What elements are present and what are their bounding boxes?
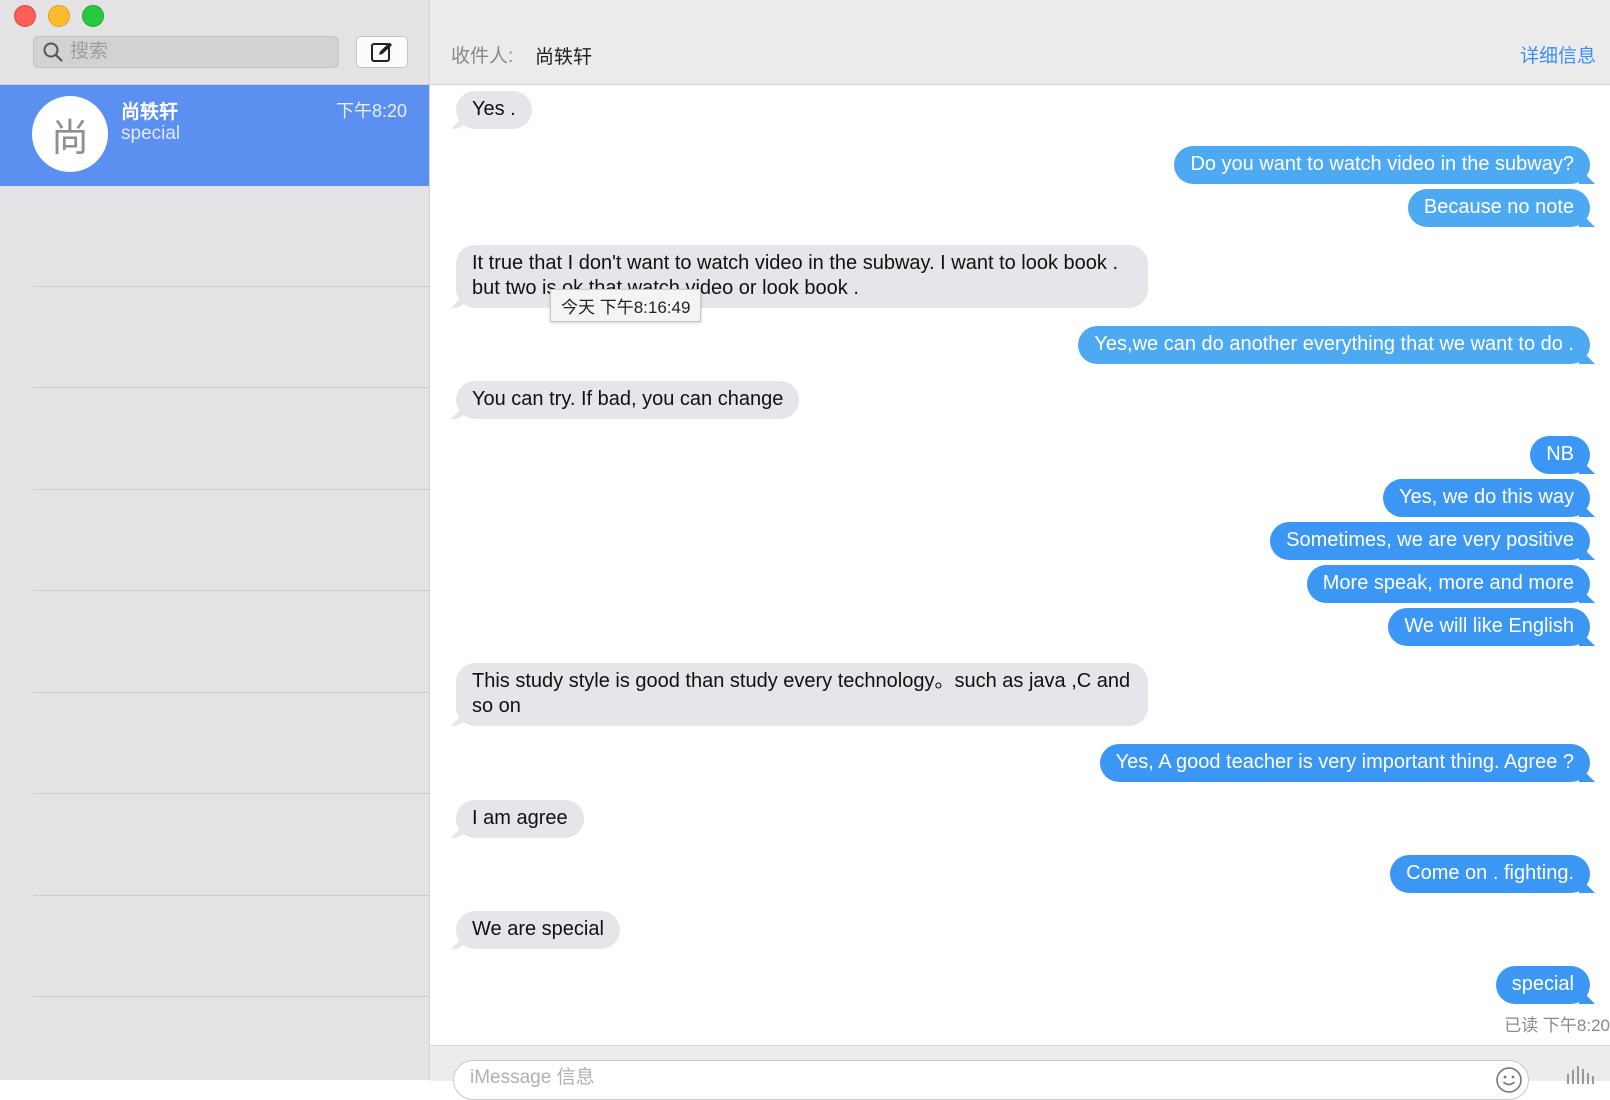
message-input[interactable] — [468, 1066, 1452, 1090]
message-bubble-incoming[interactable]: Yes . — [456, 91, 532, 129]
search-icon — [43, 42, 63, 62]
conversation-name: 尚轶轩 — [121, 102, 179, 123]
details-link[interactable]: 详细信息 — [1520, 41, 1596, 68]
message-bubble-outgoing[interactable]: Sometimes, we are very positive — [1270, 522, 1590, 560]
close-window-button[interactable] — [14, 5, 36, 27]
message-bubble-outgoing[interactable]: Come on . fighting. — [1390, 855, 1590, 893]
list-divider — [33, 793, 429, 794]
message-composer — [430, 1045, 1610, 1100]
message-bubble-outgoing[interactable]: Yes, A good teacher is very important th… — [1099, 744, 1590, 782]
message-transcript: Yes . Do you want to watch video in the … — [430, 85, 1610, 1045]
message-bubble-outgoing[interactable]: Yes,we can do another everything that we… — [1078, 326, 1590, 364]
timestamp-tooltip: 今天 下午8:16:49 — [550, 289, 702, 322]
message-bubble-incoming[interactable]: We are special — [456, 911, 620, 949]
message-bubble-incoming[interactable]: I am agree — [456, 800, 584, 838]
message-field[interactable] — [453, 1060, 1529, 1100]
recipient-name[interactable]: 尚轶轩 — [535, 42, 592, 69]
list-divider — [33, 895, 429, 896]
search-box[interactable] — [33, 36, 339, 68]
window-controls — [14, 5, 104, 27]
message-bubble-outgoing[interactable]: More speak, more and more — [1306, 565, 1590, 603]
message-bubble-outgoing[interactable]: Do you want to watch video in the subway… — [1174, 146, 1590, 184]
zoom-window-button[interactable] — [82, 5, 104, 27]
message-bubble-outgoing[interactable]: Yes, we do this way — [1383, 479, 1590, 517]
compose-button[interactable] — [356, 36, 408, 68]
list-divider — [33, 996, 429, 997]
emoji-icon[interactable] — [1494, 1065, 1524, 1095]
list-divider — [33, 489, 429, 490]
avatar: 尚 — [32, 96, 108, 172]
message-bubble-outgoing[interactable]: Because no note — [1407, 189, 1590, 227]
sidebar: 尚 尚轶轩 special 下午8:20 — [0, 0, 430, 1080]
read-receipt: 已读 下午8:20 — [1504, 1016, 1610, 1035]
compose-icon — [371, 42, 392, 62]
message-bubble-outgoing[interactable]: special — [1495, 966, 1590, 1004]
message-bubble-incoming[interactable]: This study style is good than study ever… — [456, 663, 1148, 726]
list-divider — [33, 692, 429, 693]
conversation-item-selected[interactable]: 尚 尚轶轩 special 下午8:20 — [0, 85, 429, 186]
list-divider — [33, 286, 429, 287]
search-input[interactable] — [68, 40, 332, 64]
list-divider — [33, 387, 429, 388]
conversation-preview: special — [121, 123, 181, 144]
minimize-window-button[interactable] — [48, 5, 70, 27]
recipient-label: 收件人: — [451, 46, 514, 67]
conversation-header: 收件人: 尚轶轩 详细信息 — [430, 0, 1610, 85]
message-bubble-incoming[interactable]: You can try. If bad, you can change — [456, 381, 800, 419]
conversation-time: 下午8:20 — [335, 101, 407, 121]
audio-waveform-icon[interactable] — [1565, 1064, 1595, 1084]
list-divider — [33, 590, 429, 591]
message-bubble-outgoing[interactable]: We will like English — [1388, 608, 1590, 646]
message-bubble-outgoing[interactable]: NB — [1530, 436, 1590, 474]
